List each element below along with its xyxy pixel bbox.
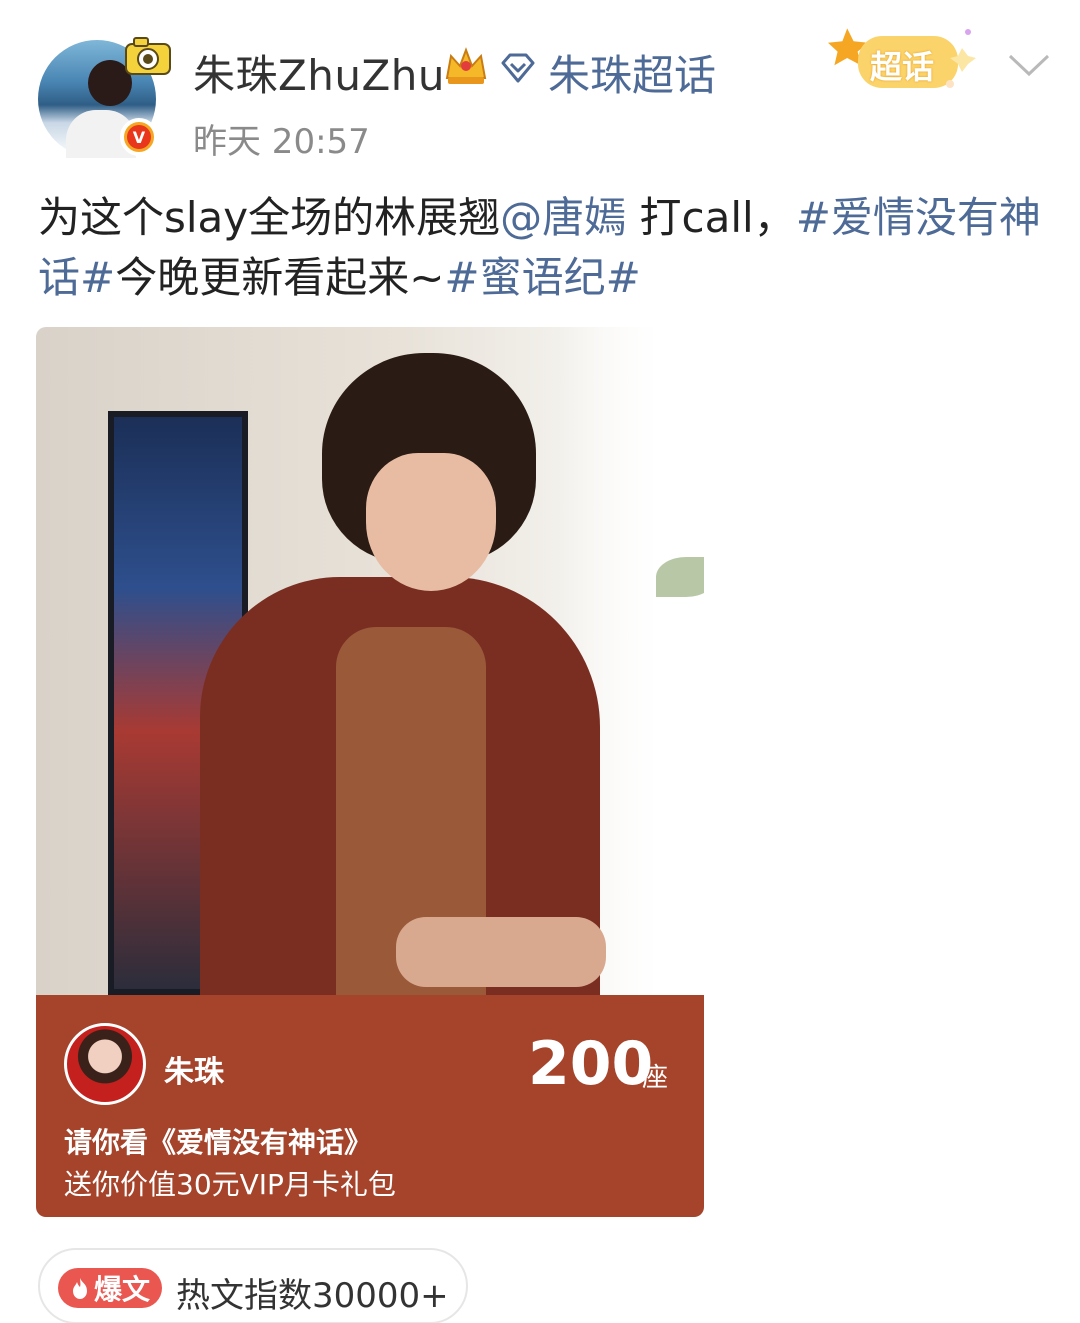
- crown-icon: [445, 47, 487, 84]
- post-text: 为这个slay全场的林展翘@唐嫣 打call，#爱情没有神话#今晚更新看起来~#…: [38, 188, 1048, 308]
- super-topic-badge-label: 超话: [870, 48, 935, 86]
- diamond-icon: [501, 53, 535, 83]
- invite-panel[interactable]: 朱珠 200 座 请你看《爱情没有神话》 送你价值30元VIP月卡礼包: [36, 995, 704, 1217]
- hot-tag-label: 爆文: [93, 1273, 150, 1306]
- chevron-down-icon[interactable]: [1006, 48, 1052, 82]
- background-leaf: [656, 557, 704, 597]
- super-topic-link[interactable]: 朱珠超话: [548, 42, 716, 103]
- fire-icon: [72, 1278, 87, 1299]
- card-subtitle: 送你价值30元VIP月卡礼包: [64, 1168, 396, 1201]
- person-hands: [396, 917, 606, 987]
- person-face: [366, 453, 496, 591]
- post-text-middle: 打call，: [626, 193, 796, 242]
- super-topic-badge[interactable]: 超话: [822, 20, 992, 104]
- media-card[interactable]: 朱珠 200 座 请你看《爱情没有神话》 送你价值30元VIP月卡礼包: [36, 327, 704, 1217]
- card-title: 请你看《爱情没有神话》: [64, 1126, 373, 1159]
- post-time: 昨天 20:57: [193, 122, 370, 162]
- seat-unit: 座: [642, 1063, 669, 1093]
- verified-v: V: [127, 125, 151, 149]
- camera-sticker-icon: [125, 37, 171, 75]
- post-text-prefix: 为这个slay全场的林展翘: [38, 193, 501, 242]
- hashtag-link-2[interactable]: #蜜语纪#: [444, 253, 640, 302]
- mention-link[interactable]: @唐嫣: [500, 193, 626, 242]
- verified-badge: V: [120, 118, 158, 156]
- hot-tag: 爆文: [58, 1268, 162, 1308]
- username[interactable]: 朱珠ZhuZhu: [193, 42, 445, 103]
- seat-count: 200: [528, 1029, 654, 1099]
- card-avatar: [64, 1023, 146, 1105]
- hot-index-text: 热文指数30000+: [176, 1276, 449, 1316]
- post-photo[interactable]: [36, 327, 704, 997]
- hot-index-bar[interactable]: 爆文 热文指数30000+: [38, 1248, 468, 1323]
- post-text-mid2: 今晚更新看起来~: [115, 253, 445, 302]
- card-name: 朱珠: [164, 1055, 224, 1090]
